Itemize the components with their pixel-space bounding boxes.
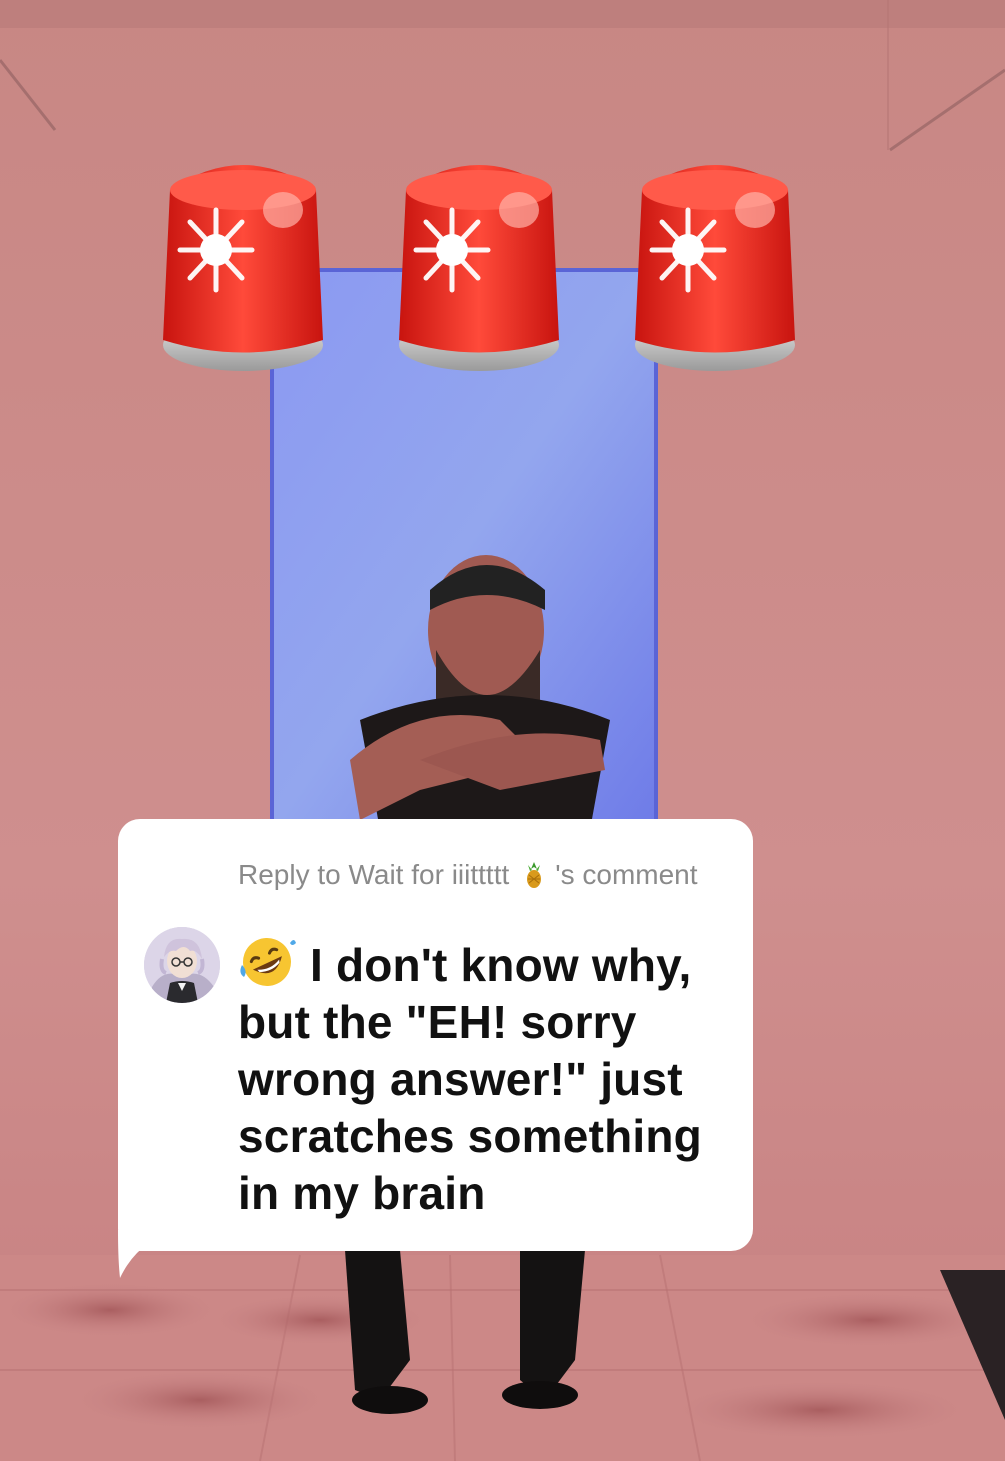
video-frame: Reply to Wait for iiittttt 's comment I … xyxy=(0,0,1005,1461)
rolling-on-floor-laughing-icon xyxy=(238,935,296,989)
reply-header: Reply to Wait for iiittttt 's comment xyxy=(238,857,708,892)
comment-body-text: I don't know why, but the "EH! sorry wro… xyxy=(238,939,702,1219)
rotating-light-icon xyxy=(394,150,564,380)
reply-comment-sticker[interactable]: Reply to Wait for iiittttt 's comment I … xyxy=(118,819,753,1251)
comment-text: I don't know why, but the "EH! sorry wro… xyxy=(238,935,738,1222)
rotating-light-icon xyxy=(158,150,328,380)
avatar[interactable] xyxy=(144,927,220,1003)
reply-suffix: 's comment xyxy=(555,859,698,890)
rotating-light-icon xyxy=(630,150,800,380)
pineapple-icon xyxy=(519,859,549,889)
reply-prefix: Reply to Wait for iiittttt xyxy=(238,859,510,890)
